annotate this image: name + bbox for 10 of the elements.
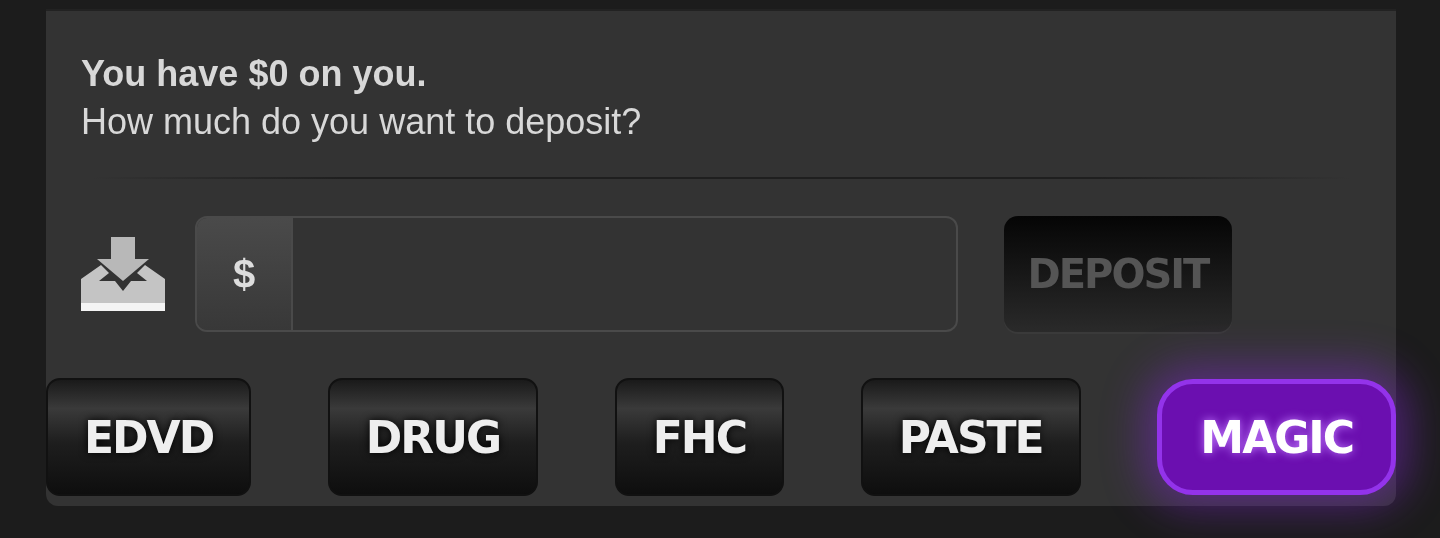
shortcut-button[interactable]: FHC	[614, 378, 784, 496]
shortcut-button[interactable]: DRUG	[327, 378, 539, 496]
download-tray-icon	[81, 237, 165, 311]
amount-field[interactable]: $	[195, 216, 958, 332]
deposit-question: How much do you want to deposit?	[81, 100, 643, 144]
balance-text: You have $0 on you.	[81, 52, 428, 96]
shortcut-button[interactable]: PASTE	[860, 378, 1081, 496]
shortcut-button[interactable]: EDVD	[46, 378, 252, 496]
currency-prefix: $	[197, 218, 293, 330]
shortcut-button[interactable]: MAGIC	[1157, 379, 1396, 495]
